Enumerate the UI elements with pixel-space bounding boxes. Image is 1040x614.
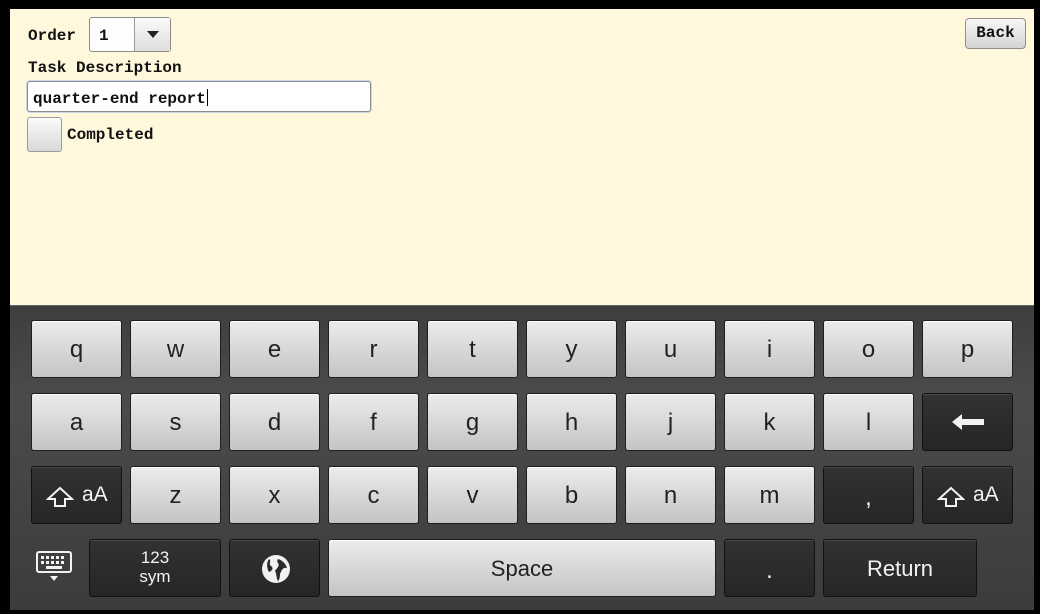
shift-key-label: aA — [973, 483, 999, 506]
key-label: a — [69, 409, 84, 436]
keyboard-hide-icon — [36, 551, 72, 581]
key-label: m — [759, 482, 780, 509]
key-label: s — [169, 409, 182, 436]
key-label: o — [861, 336, 876, 363]
key-label: i — [766, 336, 773, 363]
period-key[interactable]: . — [724, 539, 815, 597]
key-n[interactable]: n — [625, 466, 716, 524]
symbols-key-line2: sym — [139, 567, 171, 586]
key-label: e — [267, 336, 282, 363]
key-j[interactable]: j — [625, 393, 716, 451]
key-label: l — [865, 409, 872, 436]
key-d[interactable]: d — [229, 393, 320, 451]
key-label: k — [763, 409, 776, 436]
key-label: Space — [490, 556, 554, 581]
key-label: n — [663, 482, 678, 509]
key-v[interactable]: v — [427, 466, 518, 524]
completed-label: Completed — [67, 126, 154, 144]
key-label: j — [667, 409, 674, 436]
key-label: z — [169, 482, 182, 509]
task-editor-form: Order 1 Task Description quarter-end rep… — [10, 9, 1034, 305]
backspace-key[interactable] — [922, 393, 1013, 451]
key-label: r — [369, 336, 378, 363]
key-r[interactable]: r — [328, 320, 419, 378]
key-h[interactable]: h — [526, 393, 617, 451]
order-label: Order — [28, 27, 77, 45]
order-select[interactable]: 1 — [89, 17, 171, 52]
task-description-label: Task Description — [28, 59, 182, 77]
key-label: y — [565, 336, 578, 363]
key-label: f — [370, 409, 377, 436]
return-key[interactable]: Return — [823, 539, 977, 597]
key-y[interactable]: y — [526, 320, 617, 378]
key-label: p — [960, 336, 975, 363]
shift-key-label: aA — [82, 483, 108, 506]
key-i[interactable]: i — [724, 320, 815, 378]
key-q[interactable]: q — [31, 320, 122, 378]
space-key[interactable]: Space — [328, 539, 716, 597]
globe-icon — [262, 555, 290, 583]
key-label: x — [268, 482, 281, 509]
key-p[interactable]: p — [922, 320, 1013, 378]
key-l[interactable]: l — [823, 393, 914, 451]
task-description-input[interactable]: quarter-end report — [27, 81, 371, 112]
key-label: g — [465, 409, 480, 436]
key-f[interactable]: f — [328, 393, 419, 451]
shift-key-right[interactable]: aA — [922, 466, 1013, 524]
text-caret — [206, 89, 208, 106]
language-key[interactable] — [229, 539, 320, 597]
order-dropdown-button[interactable] — [134, 18, 170, 51]
key-e[interactable]: e — [229, 320, 320, 378]
key-label: v — [466, 482, 479, 509]
key-label: . — [766, 557, 773, 584]
key-s[interactable]: s — [130, 393, 221, 451]
key-label: u — [663, 336, 678, 363]
key-label: , — [865, 484, 872, 511]
key-g[interactable]: g — [427, 393, 518, 451]
key-w[interactable]: w — [130, 320, 221, 378]
order-select-value: 1 — [99, 27, 109, 45]
key-z[interactable]: z — [130, 466, 221, 524]
hide-keyboard-button[interactable] — [36, 551, 76, 587]
on-screen-keyboard: q w e r t y u i o p a s d f g h j k l aA… — [10, 305, 1034, 610]
shift-arrow-icon — [46, 486, 74, 507]
key-a[interactable]: a — [31, 393, 122, 451]
key-label: Return — [866, 556, 934, 581]
task-description-value: quarter-end report — [33, 89, 208, 108]
key-label: h — [564, 409, 579, 436]
back-button[interactable]: Back — [965, 18, 1026, 49]
key-label: w — [166, 336, 185, 363]
key-m[interactable]: m — [724, 466, 815, 524]
key-c[interactable]: c — [328, 466, 419, 524]
key-b[interactable]: b — [526, 466, 617, 524]
symbols-key[interactable]: 123 sym — [89, 539, 221, 597]
backspace-arrow-icon — [952, 414, 984, 430]
completed-checkbox[interactable] — [27, 117, 62, 152]
key-label: b — [564, 482, 579, 509]
shift-arrow-icon — [937, 486, 965, 507]
key-label: d — [267, 409, 282, 436]
key-u[interactable]: u — [625, 320, 716, 378]
key-o[interactable]: o — [823, 320, 914, 378]
symbols-key-line1: 123 — [140, 548, 170, 567]
key-x[interactable]: x — [229, 466, 320, 524]
key-label: q — [69, 336, 84, 363]
shift-key-left[interactable]: aA — [31, 466, 122, 524]
chevron-down-icon — [147, 31, 159, 38]
key-t[interactable]: t — [427, 320, 518, 378]
key-k[interactable]: k — [724, 393, 815, 451]
key-label: c — [367, 482, 380, 509]
comma-key[interactable]: , — [823, 466, 914, 524]
key-label: t — [469, 336, 476, 363]
